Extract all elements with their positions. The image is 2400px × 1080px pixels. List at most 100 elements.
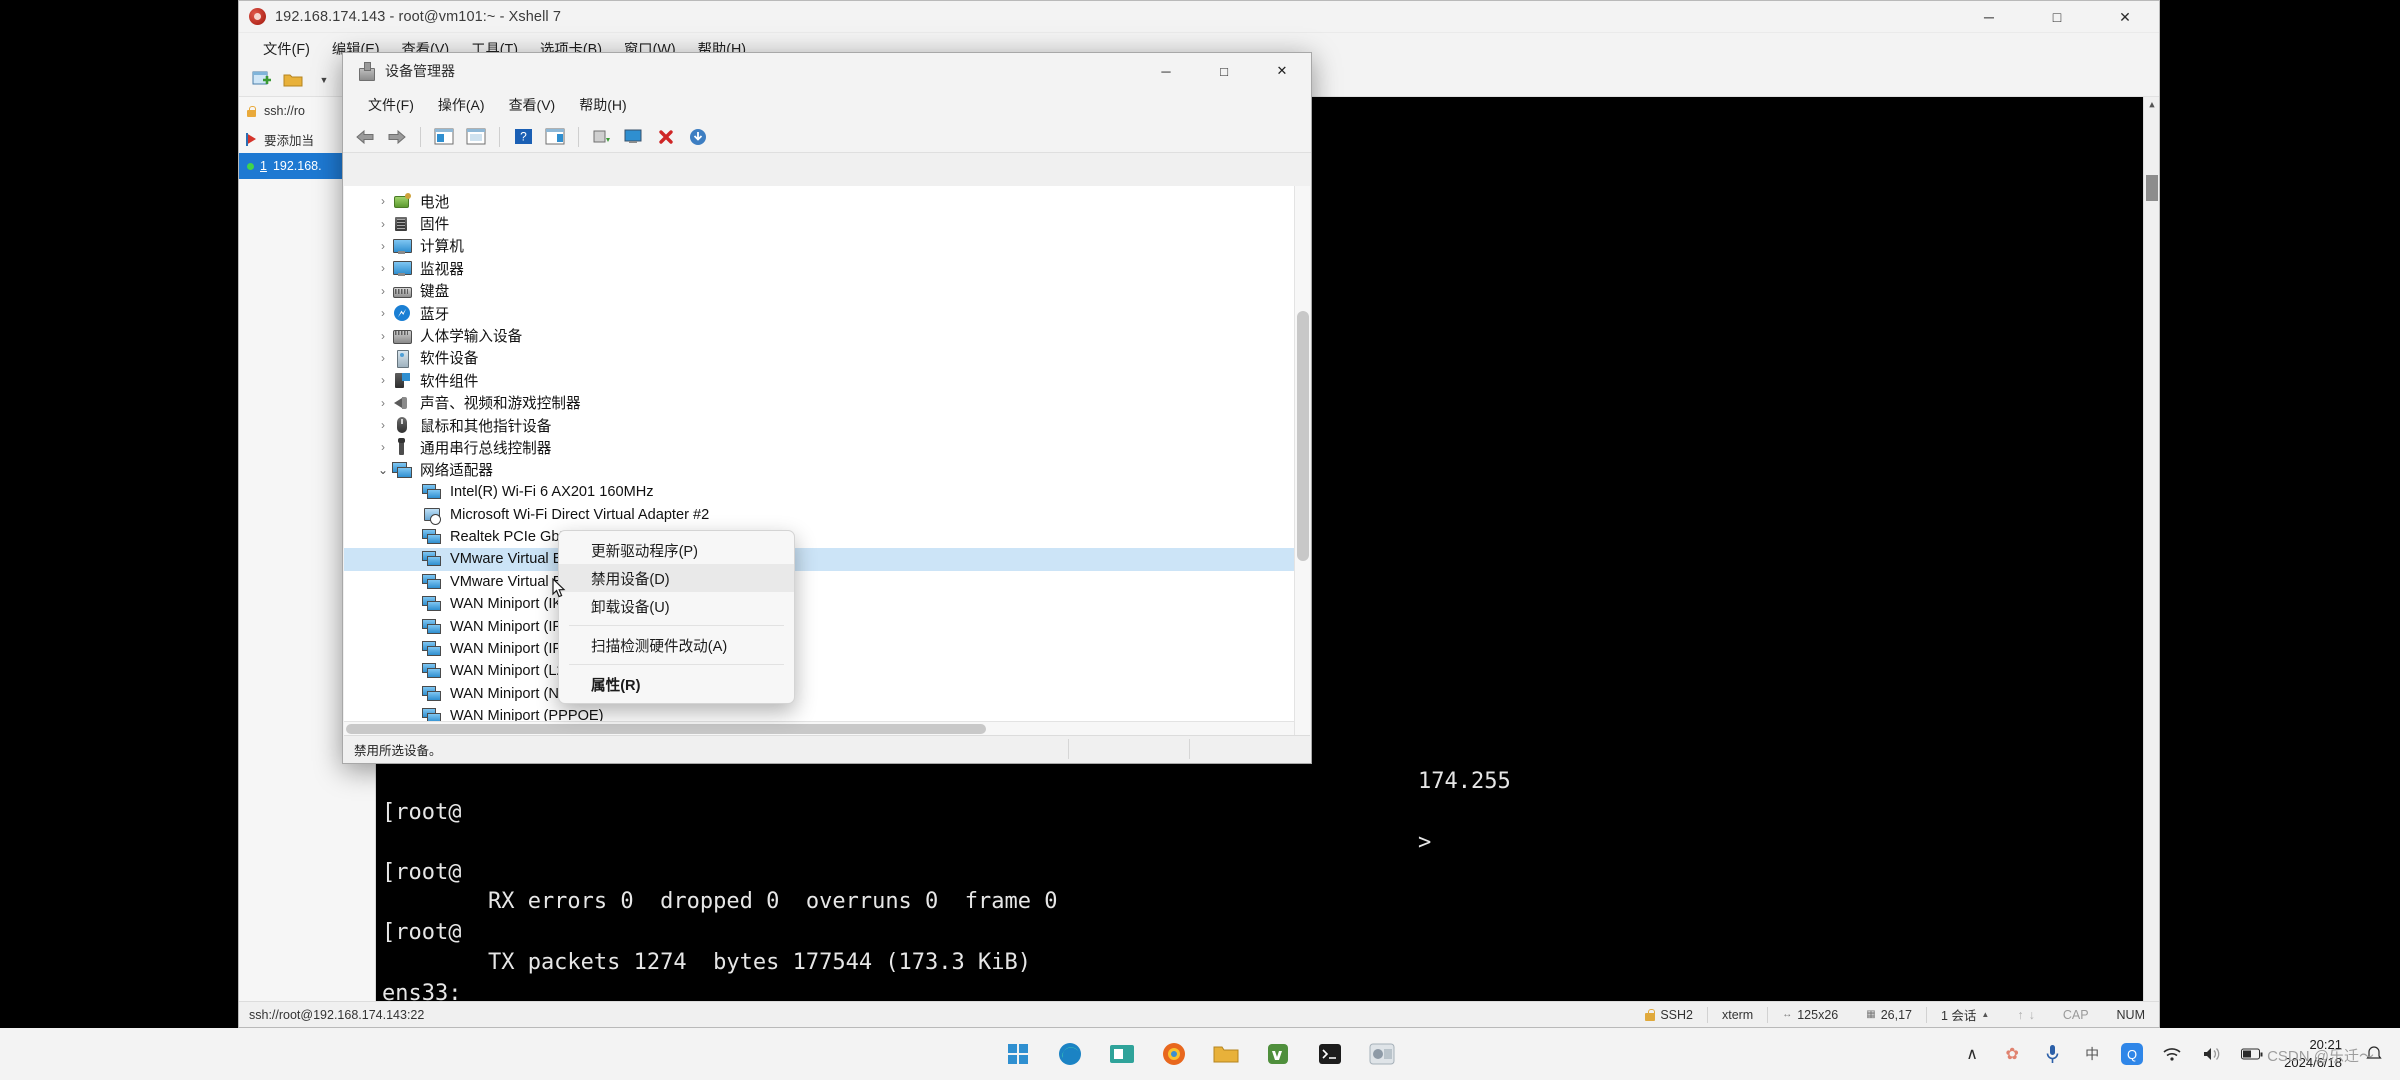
terminal-icon[interactable] <box>1313 1037 1347 1071</box>
file-explorer-pinned-icon[interactable] <box>1105 1037 1139 1071</box>
chevron-right-icon[interactable]: › <box>374 373 392 387</box>
properties-icon[interactable] <box>430 124 458 150</box>
scrollbar-thumb[interactable] <box>346 724 986 734</box>
chevron-right-icon[interactable]: › <box>374 306 392 320</box>
chevron-right-icon[interactable]: › <box>374 239 392 253</box>
caret-up-icon[interactable]: ▲ <box>1981 1010 1989 1019</box>
tree-item-adapter[interactable]: WAN Miniport (Network Monitor) <box>344 683 1310 705</box>
dm-menu-file[interactable]: 文件(F) <box>357 91 425 119</box>
context-menu-item-update-driver[interactable]: 更新驱动程序(P) <box>559 536 794 564</box>
toolbar-separator <box>578 126 579 147</box>
device-manager-titlebar[interactable]: 设备管理器 ─ □ ✕ <box>343 53 1311 89</box>
maximize-button[interactable]: □ <box>2023 1 2091 33</box>
context-menu-item-properties[interactable]: 属性(R) <box>559 670 794 698</box>
new-session-icon[interactable] <box>249 68 275 92</box>
vmware-icon[interactable] <box>1261 1037 1295 1071</box>
tree-item-battery[interactable]: › 电池 <box>344 190 1310 212</box>
show-hidden-icon[interactable] <box>462 124 490 150</box>
status-protocol[interactable]: SSH2 <box>1631 1002 1707 1028</box>
device-tree-vertical-scrollbar[interactable] <box>1294 186 1310 735</box>
tree-item-adapter[interactable]: Realtek PCIe GbE Family Controller <box>344 526 1310 548</box>
chevron-right-icon[interactable]: › <box>374 261 392 275</box>
folder-icon[interactable] <box>1209 1037 1243 1071</box>
disable-device-icon[interactable] <box>652 124 680 150</box>
tree-item-network-adapters[interactable]: ⌄ 网络适配器 <box>344 459 1310 481</box>
close-button[interactable]: ✕ <box>2091 1 2159 33</box>
chevron-down-icon[interactable]: ▼ <box>311 68 337 92</box>
tree-item-adapter[interactable]: WAN Miniport (IKEv2) <box>344 593 1310 615</box>
tree-item-adapter[interactable]: WAN Miniport (IPv6) <box>344 638 1310 660</box>
uninstall-device-icon[interactable] <box>588 124 616 150</box>
xshell-titlebar[interactable]: 192.168.174.143 - root@vm101:~ - Xshell … <box>239 1 2159 33</box>
device-tree-horizontal-scrollbar[interactable] <box>344 721 1294 735</box>
chevron-right-icon[interactable]: › <box>374 440 392 454</box>
context-menu-item-scan-hardware[interactable]: 扫描检测硬件改动(A) <box>559 631 794 659</box>
tree-item-adapter[interactable]: WAN Miniport (L2TP) <box>344 660 1310 682</box>
help-icon[interactable]: ? <box>509 124 537 150</box>
terminal-scrollbar[interactable]: ▲ ▼ <box>2143 97 2159 1027</box>
dm-menu-action[interactable]: 操作(A) <box>427 91 496 119</box>
tree-item-keyboard[interactable]: › 键盘 <box>344 280 1310 302</box>
tree-item-software-device[interactable]: › 软件设备 <box>344 347 1310 369</box>
chevron-right-icon[interactable]: › <box>374 284 392 298</box>
chevron-right-icon[interactable]: › <box>374 329 392 343</box>
tree-item-bluetooth[interactable]: › 蓝牙 <box>344 302 1310 324</box>
device-tree-panel[interactable]: › 电池 › 固件 › 计算机 › 监视器 › 键盘 › 🗲 蓝牙 › 人体学输… <box>344 186 1310 735</box>
flower-app-icon[interactable]: ✿ <box>2000 1042 2024 1066</box>
tree-item-firmware[interactable]: › 固件 <box>344 212 1310 234</box>
dm-minimize-button[interactable]: ─ <box>1137 53 1195 89</box>
volume-icon[interactable] <box>2200 1042 2224 1066</box>
chevron-right-icon[interactable]: › <box>374 418 392 432</box>
tree-item-adapter[interactable]: Intel(R) Wi-Fi 6 AX201 160MHz <box>344 481 1310 503</box>
status-sessions[interactable]: 1 会话 ▲ <box>1927 1002 2003 1028</box>
back-arrow-icon[interactable] <box>351 124 379 150</box>
qq-browser-icon[interactable]: Q <box>2120 1042 2144 1066</box>
chevron-down-icon[interactable]: ⌄ <box>374 463 392 477</box>
wifi-icon[interactable] <box>2160 1042 2184 1066</box>
xshell-taskbar-icon[interactable] <box>1365 1037 1399 1071</box>
microphone-icon[interactable] <box>2040 1042 2064 1066</box>
dm-maximize-button[interactable]: □ <box>1195 53 1253 89</box>
scan-hardware-icon[interactable] <box>620 124 648 150</box>
edge-icon[interactable] <box>1053 1037 1087 1071</box>
tree-item-adapter[interactable]: VMware Virtual Ethernet Adapter for VMne… <box>344 571 1310 593</box>
tree-item-adapter[interactable]: Microsoft Wi-Fi Direct Virtual Adapter #… <box>344 503 1310 525</box>
update-driver-icon[interactable] <box>541 124 569 150</box>
context-menu-item-uninstall-device[interactable]: 卸载设备(U) <box>559 592 794 620</box>
minimize-button[interactable]: ─ <box>1955 1 2023 33</box>
dm-close-button[interactable]: ✕ <box>1253 53 1311 89</box>
tree-item-sound[interactable]: › 声音、视频和游戏控制器 <box>344 392 1310 414</box>
context-menu-item-disable-device[interactable]: 禁用设备(D) <box>559 564 794 592</box>
chevron-right-icon[interactable]: › <box>374 194 392 208</box>
scroll-up-icon[interactable]: ▲ <box>2144 97 2159 113</box>
bookmark-hint: 要添加当 <box>264 133 315 148</box>
dm-menu-help[interactable]: 帮助(H) <box>568 91 637 119</box>
chevron-right-icon[interactable]: › <box>374 217 392 231</box>
battery-icon[interactable] <box>2240 1042 2264 1066</box>
tree-item-software-component[interactable]: › 软件组件 <box>344 369 1310 391</box>
tree-item-adapter-selected[interactable]: VMware Virtual Ethernet Adapter for VMne… <box>344 548 1310 571</box>
status-size: ↔ 125x26 <box>1768 1002 1852 1028</box>
scrollbar-thumb[interactable] <box>2146 175 2158 201</box>
menu-file[interactable]: 文件(F) <box>253 35 320 62</box>
enable-device-icon[interactable] <box>684 124 712 150</box>
forward-arrow-icon[interactable] <box>383 124 411 150</box>
show-hidden-icons-icon[interactable]: ∧ <box>1960 1042 1984 1066</box>
dm-menu-view[interactable]: 查看(V) <box>498 91 567 119</box>
chevron-right-icon[interactable]: › <box>374 351 392 365</box>
scrollbar-thumb[interactable] <box>1297 311 1309 561</box>
ime-chinese-icon[interactable]: 中 <box>2080 1042 2104 1066</box>
start-button-icon[interactable] <box>1001 1037 1035 1071</box>
firefox-icon[interactable] <box>1157 1037 1191 1071</box>
chevron-right-icon[interactable]: › <box>374 396 392 410</box>
device-manager-toolbar: ? <box>343 121 1311 153</box>
tree-item-computer[interactable]: › 计算机 <box>344 235 1310 257</box>
tree-item-label: 声音、视频和游戏控制器 <box>420 396 581 413</box>
open-folder-icon[interactable] <box>280 68 306 92</box>
tree-item-adapter[interactable]: WAN Miniport (IP) <box>344 615 1310 637</box>
tree-item-monitor[interactable]: › 监视器 <box>344 257 1310 279</box>
tree-item-mouse[interactable]: › 鼠标和其他指针设备 <box>344 414 1310 436</box>
tree-item-usb[interactable]: › 通用串行总线控制器 <box>344 436 1310 458</box>
flag-icon <box>245 132 258 146</box>
tree-item-hid[interactable]: › 人体学输入设备 <box>344 324 1310 346</box>
